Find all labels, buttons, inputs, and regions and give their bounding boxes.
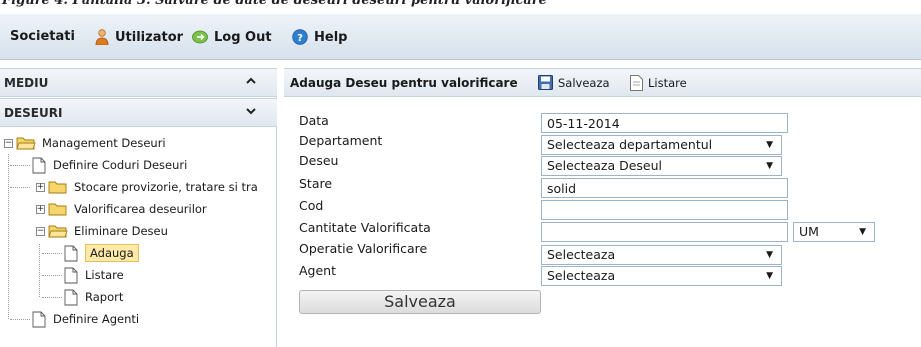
document-icon — [64, 245, 78, 261]
figure-caption-text: Figure 4. Pantalla 3. Salvare de date de… — [2, 0, 547, 8]
dropdown-arrow-icon: ▼ — [766, 161, 773, 171]
tree-item-listare[interactable]: Listare — [64, 264, 124, 286]
tree-item-raport[interactable]: Raport — [64, 286, 123, 308]
tree-item-valorificarea[interactable]: + Valorificarea deseurilor — [36, 198, 207, 220]
menu-help-label: Help — [314, 29, 348, 45]
tree-item-eliminare-deseu[interactable]: − Eliminare Deseu — [36, 220, 168, 242]
departament-select-value: Selecteaza departamentul — [547, 137, 713, 152]
tree-item-label: Eliminare Deseu — [74, 224, 168, 238]
folder-icon — [48, 181, 67, 194]
save-icon — [538, 75, 553, 90]
menu-societati[interactable]: Societati — [10, 29, 75, 44]
expand-icon[interactable]: + — [36, 204, 45, 214]
logout-icon — [192, 30, 208, 44]
stare-input[interactable] — [541, 178, 788, 198]
figure-caption: Figure 4. Pantalla 3. Salvare de date de… — [0, 0, 921, 14]
tree-item-definire-coduri[interactable]: Definire Coduri Deseuri — [32, 154, 187, 176]
tree-connector — [42, 297, 62, 298]
label-cantitate: Cantitate Valorificata — [299, 220, 431, 235]
collapse-icon[interactable]: − — [4, 138, 13, 148]
menu-logout-label: Log Out — [214, 29, 272, 45]
label-data: Data — [299, 113, 329, 128]
folder-open-icon — [48, 225, 68, 238]
tree-item-stocare-provizorie[interactable]: + Stocare provizorie, tratare si tra — [36, 176, 258, 198]
toolbar-listare-button[interactable]: Listare — [630, 75, 687, 91]
tree-item-label: Stocare provizorie, tratare si tra — [74, 180, 258, 194]
accordion-deseuri[interactable]: DESEURI — [0, 98, 277, 127]
document-icon — [630, 75, 643, 91]
tree-item-label: Adauga — [85, 244, 139, 262]
agent-select[interactable]: Selecteaza ▼ — [541, 266, 782, 286]
tree-connector — [10, 187, 30, 188]
menu-help[interactable]: ? Help — [292, 29, 347, 45]
operatie-select-value: Selecteaza — [547, 247, 616, 262]
tree-connector — [39, 244, 40, 297]
tree-connector — [42, 253, 62, 254]
dropdown-arrow-icon: ▼ — [766, 250, 773, 260]
tree-item-management-deseuri[interactable]: − Management Deseuri — [4, 132, 166, 154]
top-menu-bar: Societati Utilizator Log Out ? Help — [0, 14, 921, 60]
operatie-select[interactable]: Selecteaza ▼ — [541, 245, 782, 265]
tree-connector — [8, 154, 9, 319]
tree-item-adauga[interactable]: Adauga — [64, 242, 139, 264]
chevron-down-icon — [246, 108, 256, 115]
toolbar-save-button[interactable]: Salveaza — [538, 75, 610, 90]
toolbar-save-label: Salveaza — [558, 75, 610, 90]
user-icon — [95, 29, 109, 45]
toolbar-listare-label: Listare — [648, 76, 687, 90]
accordion-mediu-label: MEDIU — [4, 76, 49, 90]
menu-logout[interactable]: Log Out — [192, 29, 272, 45]
label-agent: Agent — [299, 263, 336, 278]
tree-item-definire-agenti[interactable]: Definire Agenti — [32, 308, 139, 330]
document-icon — [64, 289, 78, 305]
tree-item-label: Definire Agenti — [53, 312, 140, 326]
departament-select[interactable]: Selecteaza departamentul ▼ — [541, 135, 782, 155]
unit-select-value: UM — [799, 224, 819, 239]
document-icon — [32, 311, 46, 327]
tree-connector — [10, 165, 30, 166]
deseu-select[interactable]: Selecteaza Deseul ▼ — [541, 156, 782, 176]
collapse-icon[interactable]: − — [36, 226, 45, 236]
dropdown-arrow-icon: ▼ — [766, 271, 773, 281]
data-input[interactable] — [541, 113, 788, 133]
sidebar: MEDIU DESEURI − Management Deseuri Defin… — [0, 68, 277, 347]
chevron-up-icon — [246, 77, 256, 84]
tree-connector — [42, 275, 62, 276]
folder-icon — [48, 203, 67, 216]
dropdown-arrow-icon: ▼ — [859, 227, 866, 237]
deseu-select-value: Selecteaza Deseul — [547, 158, 663, 173]
menu-utilizator-label: Utilizator — [115, 29, 184, 45]
folder-open-icon — [16, 137, 36, 150]
cod-input[interactable] — [541, 200, 788, 220]
agent-select-value: Selecteaza — [547, 268, 616, 283]
document-icon — [64, 267, 78, 283]
menu-societati-label: Societati — [10, 29, 75, 44]
tree-connector — [10, 319, 30, 320]
panel-header: Adauga Deseu pentru valorificare Salveaz… — [284, 68, 921, 97]
label-stare: Stare — [299, 176, 333, 191]
label-departament: Departament — [299, 133, 383, 148]
menu-utilizator[interactable]: Utilizator — [95, 29, 183, 45]
accordion-mediu[interactable]: MEDIU — [0, 68, 277, 97]
tree-item-label: Listare — [85, 268, 124, 282]
label-operatie: Operatie Valorificare — [299, 241, 428, 256]
cantitate-input[interactable] — [541, 222, 788, 242]
expand-icon[interactable]: + — [36, 182, 45, 192]
label-deseu: Deseu — [299, 153, 339, 168]
document-icon — [32, 157, 46, 173]
tree-item-label: Valorificarea deseurilor — [74, 202, 207, 216]
accordion-deseuri-label: DESEURI — [4, 106, 63, 120]
save-button[interactable]: Salveaza — [299, 290, 541, 314]
help-icon: ? — [292, 29, 308, 45]
unit-select[interactable]: UM ▼ — [793, 222, 875, 242]
panel-title: Adauga Deseu pentru valorificare — [290, 76, 518, 90]
tree-item-label: Management Deseuri — [42, 136, 166, 150]
dropdown-arrow-icon: ▼ — [766, 140, 773, 150]
tree-item-label: Definire Coduri Deseuri — [53, 158, 188, 172]
label-cod: Cod — [299, 198, 324, 213]
tree-item-label: Raport — [85, 290, 124, 304]
svg-text:?: ? — [297, 33, 303, 44]
